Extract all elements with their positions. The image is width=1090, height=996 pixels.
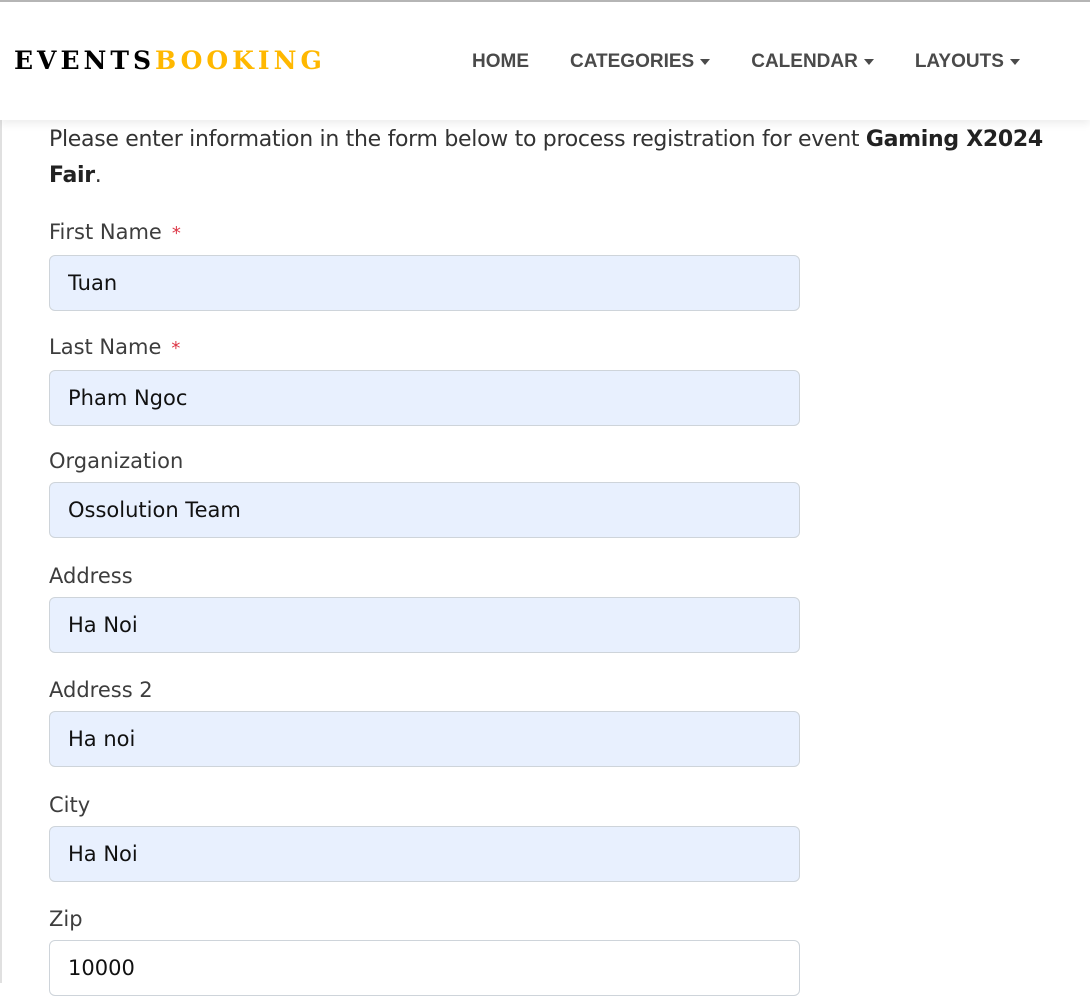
city-group: City — [49, 791, 800, 882]
intro-suffix: . — [94, 163, 102, 188]
city-input[interactable] — [49, 826, 800, 882]
zip-input[interactable] — [49, 940, 800, 996]
city-label: City — [49, 793, 91, 817]
registration-form: Please enter information in the form bel… — [49, 120, 1069, 996]
address-label: Address — [49, 564, 133, 588]
first-name-input[interactable] — [49, 255, 800, 311]
address-input[interactable] — [49, 597, 800, 653]
first-name-label-text: First Name — [49, 220, 162, 244]
nav-calendar[interactable]: CALENDAR — [751, 50, 874, 74]
nav-calendar-label: CALENDAR — [751, 51, 858, 72]
site-header: EVENTSBOOKING HOME CATEGORIES CALENDAR L… — [0, 0, 1090, 120]
site-logo[interactable]: EVENTSBOOKING — [14, 47, 326, 75]
organization-input[interactable] — [49, 482, 800, 538]
logo-events-text: EVENTS — [14, 46, 156, 75]
last-name-group: Last Name * — [49, 333, 800, 426]
form-intro: Please enter information in the form bel… — [49, 122, 1069, 194]
last-name-input[interactable] — [49, 370, 800, 426]
caret-down-icon — [700, 59, 711, 65]
organization-label: Organization — [49, 449, 184, 473]
nav-home[interactable]: HOME — [472, 50, 529, 74]
required-marker: * — [171, 338, 181, 359]
address2-label: Address 2 — [49, 678, 153, 702]
organization-group: Organization — [49, 447, 800, 538]
first-name-label: First Name * — [49, 218, 800, 248]
required-marker: * — [171, 223, 181, 244]
zip-group: Zip — [49, 905, 800, 996]
nav-home-label: HOME — [472, 51, 529, 72]
page-left-border — [0, 0, 2, 983]
nav-categories-label: CATEGORIES — [570, 51, 695, 72]
address2-group: Address 2 — [49, 676, 800, 767]
intro-text: Please enter information in the form bel… — [49, 127, 866, 152]
caret-down-icon — [863, 59, 874, 65]
zip-label: Zip — [49, 907, 83, 931]
first-name-group: First Name * — [49, 218, 800, 311]
address2-input[interactable] — [49, 711, 800, 767]
caret-down-icon — [1009, 59, 1020, 65]
last-name-label-text: Last Name — [49, 335, 162, 359]
logo-booking-text: BOOKING — [155, 46, 326, 75]
address-group: Address — [49, 562, 800, 653]
nav-layouts-label: LAYOUTS — [914, 51, 1004, 72]
nav-categories[interactable]: CATEGORIES — [570, 50, 711, 74]
main-nav: HOME CATEGORIES CALENDAR LAYOUTS — [472, 50, 1061, 74]
nav-layouts[interactable]: LAYOUTS — [915, 50, 1020, 74]
last-name-label: Last Name * — [49, 333, 800, 363]
